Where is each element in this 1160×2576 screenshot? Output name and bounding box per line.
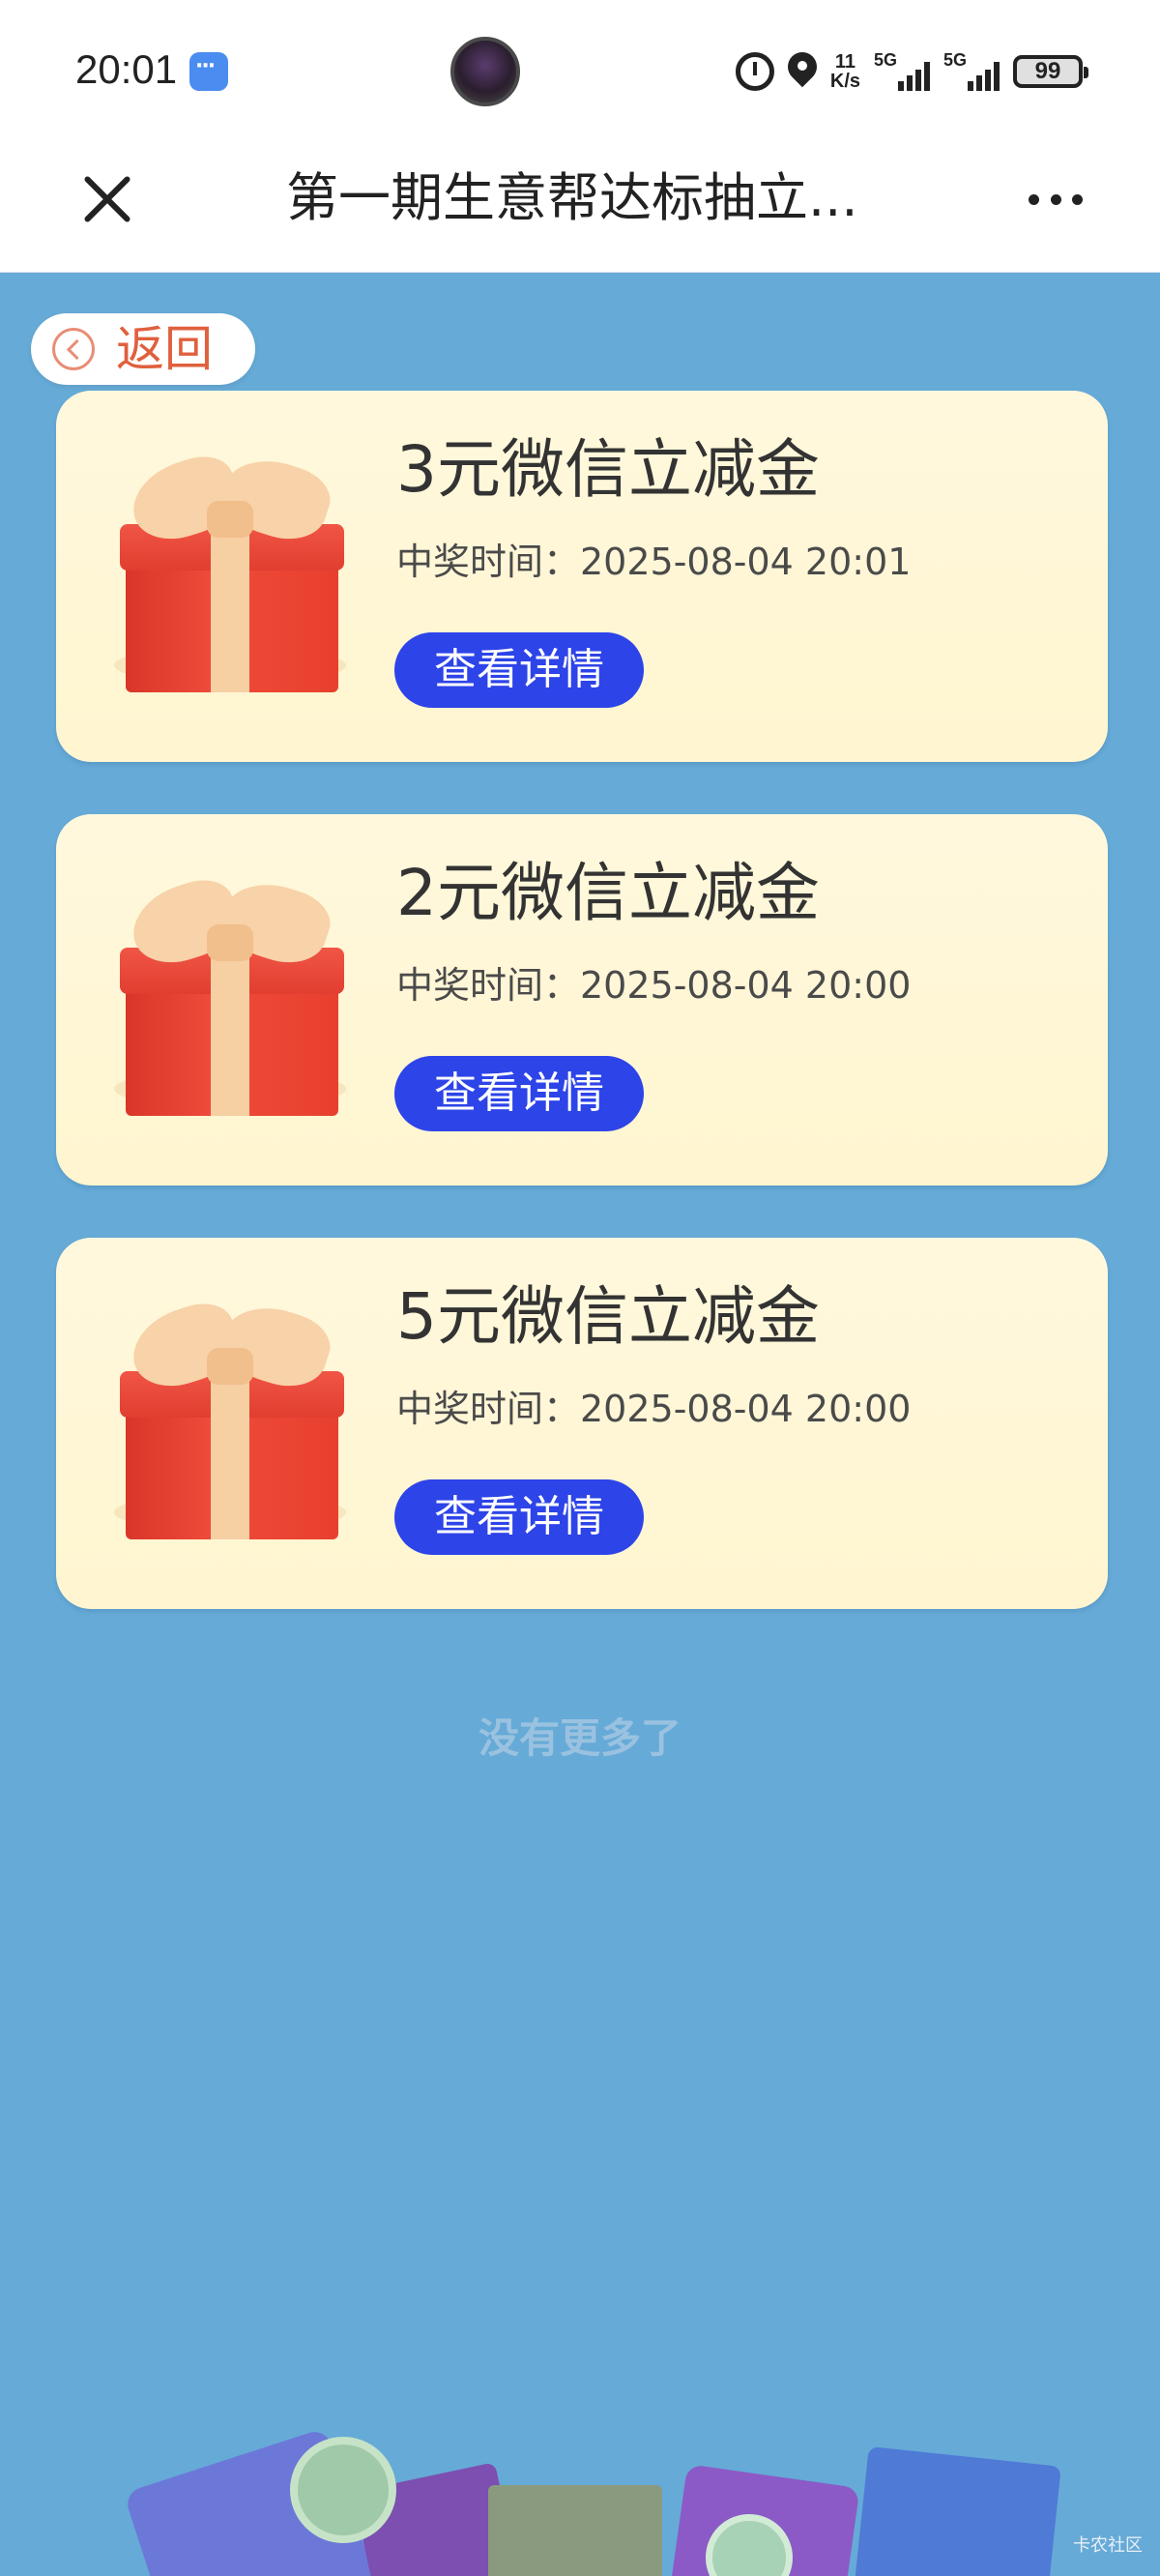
network-speed-unit: K/s [829,71,860,92]
win-time: 中奖时间：2025-08-04 20:00 [396,1388,912,1430]
bottom-decoration: 卡农社区 [0,2427,1160,2576]
prize-card: 3元微信立减金 中奖时间：2025-08-04 20:01 查看详情 [56,391,1108,762]
signal-icon: 5G [874,50,930,91]
no-more-text: 没有更多了 [478,1714,682,1762]
prize-name: 2元微信立减金 [396,856,820,930]
title-bar: 第一期生意帮达标抽立... [0,141,1160,273]
win-time: 中奖时间：2025-08-04 20:00 [396,964,912,1007]
message-notification-icon [189,52,228,91]
watermark: 卡农社区 [1073,2535,1143,2556]
view-details-button[interactable]: 查看详情 [394,1479,644,1555]
network-speed-value: 11 [834,51,856,73]
gift-box-icon [114,870,346,1124]
signal-icon: 5G [943,50,1000,91]
prize-card: 2元微信立减金 中奖时间：2025-08-04 20:00 查看详情 [56,814,1108,1186]
back-label: 返回 [116,321,213,377]
status-bar: 20:01 11 K/s 5G 5G 99 [0,0,1160,141]
alarm-icon [735,52,774,91]
prize-card: 5元微信立减金 中奖时间：2025-08-04 20:00 查看详情 [56,1238,1108,1609]
signal-2-label: 5G [943,50,968,70]
more-icon[interactable] [1029,190,1083,209]
view-details-button[interactable]: 查看详情 [394,632,644,708]
location-icon [788,52,817,91]
status-indicators: 11 K/s 5G 5G 99 [735,48,1088,95]
gift-box-icon [114,447,346,700]
avatar[interactable] [450,37,520,106]
view-details-button[interactable]: 查看详情 [394,1056,644,1131]
status-time: 20:01 [75,46,178,92]
signal-1-label: 5G [874,50,898,70]
back-arrow-icon [52,328,95,370]
battery-icon: 99 [1013,55,1088,88]
gift-box-icon [114,1294,346,1547]
network-speed: 11 K/s [830,52,860,91]
back-button[interactable]: 返回 [31,313,255,385]
win-time: 中奖时间：2025-08-04 20:01 [396,541,912,583]
page-title: 第一期生意帮达标抽立... [286,167,858,228]
close-icon[interactable] [77,168,139,230]
prize-name: 5元微信立减金 [396,1279,820,1354]
prize-name: 3元微信立减金 [396,432,820,507]
